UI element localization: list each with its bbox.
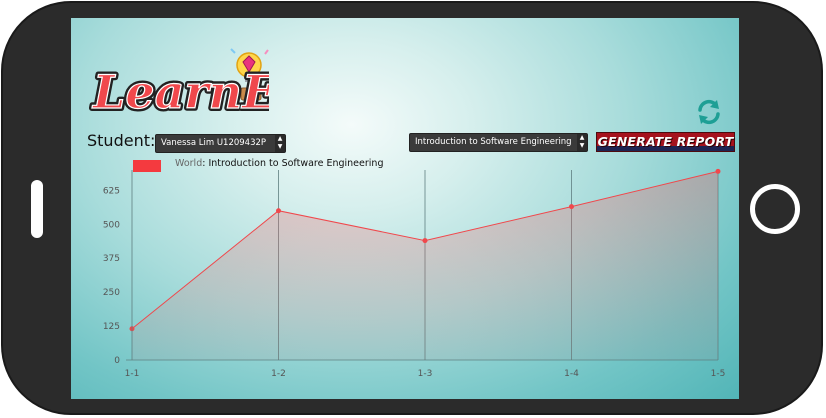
y-tick-label: 125: [103, 322, 120, 332]
y-tick-label: 0: [114, 356, 120, 366]
data-point: [422, 238, 428, 244]
y-tick-label: 375: [103, 254, 120, 264]
legend-series-text: Introduction to Software Engineering: [208, 158, 384, 169]
refresh-icon[interactable]: [695, 98, 723, 126]
x-tick-label: 1-5: [711, 369, 726, 379]
chevron-up-down-icon: ▲ ▼: [275, 135, 285, 152]
generate-report-button[interactable]: GENERATE REPORT: [596, 132, 735, 152]
data-point: [715, 168, 721, 174]
y-tick-label: 500: [103, 220, 120, 230]
data-point: [276, 208, 281, 214]
student-select[interactable]: Vanessa Lim U1209432P ▲ ▼: [155, 134, 286, 153]
y-tick-label: 250: [103, 288, 120, 298]
student-select-value: Vanessa Lim U1209432P: [161, 138, 267, 148]
legend-world-text: World: [175, 158, 203, 169]
x-tick-label: 1-4: [564, 369, 579, 379]
learnez-logo: LearnEz LearnEz: [89, 48, 269, 118]
module-select-value: Introduction to Software Engineering: [415, 137, 572, 147]
svg-text:LearnEz: LearnEz: [91, 65, 269, 118]
x-tick-label: 1-1: [125, 369, 140, 379]
x-tick-label: 1-2: [271, 369, 286, 379]
legend-swatch[interactable]: [133, 160, 161, 172]
app-screen: 0 125 250 375 500 625 1-1 1-2 1-3 1-4 1-5 LearnEz …: [71, 18, 739, 399]
phone-speaker-slot: [31, 180, 43, 238]
y-tick-label: 625: [103, 186, 120, 196]
legend-label[interactable]: World: Introduction to Software Engineer…: [175, 158, 383, 169]
module-select[interactable]: Introduction to Software Engineering ▲ ▼: [409, 133, 588, 152]
home-button[interactable]: [750, 184, 800, 234]
data-point: [569, 204, 574, 210]
student-label: Student:: [87, 131, 156, 150]
x-tick-label: 1-3: [418, 369, 433, 379]
chevron-up-down-icon: ▲ ▼: [577, 134, 587, 151]
